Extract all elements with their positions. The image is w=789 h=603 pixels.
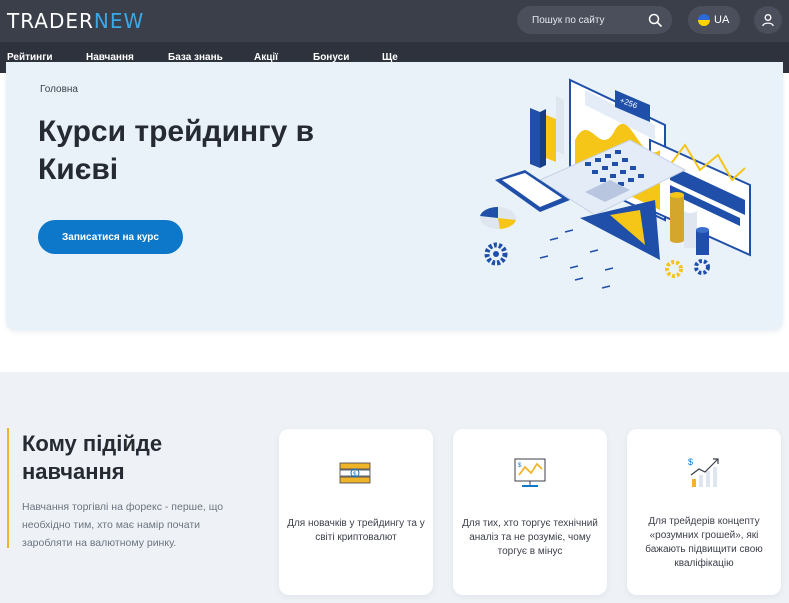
ukraine-flag-icon bbox=[698, 14, 710, 26]
logo-text-trader: TRADER bbox=[7, 9, 94, 33]
user-account-button[interactable] bbox=[754, 6, 782, 34]
page-title: Курси трейдингу в Києві bbox=[38, 115, 315, 186]
audience-card-technical: $ Для тих, хто торгує технічний аналіз т… bbox=[453, 429, 607, 595]
monitor-chart-icon: $ bbox=[514, 458, 546, 487]
language-switcher[interactable]: UA bbox=[688, 6, 740, 34]
trading-illustration: +256 bbox=[480, 78, 751, 289]
user-icon bbox=[762, 14, 774, 27]
card-text: Для тих, хто торгує технічний аналіз та … bbox=[462, 518, 598, 557]
money-stack-icon: $ bbox=[339, 462, 371, 484]
search-input[interactable] bbox=[532, 14, 642, 26]
search-icon[interactable] bbox=[648, 13, 662, 27]
language-label: UA bbox=[714, 14, 730, 26]
audience-card-smart-money: $ Для трейдерів концепту «розумних гроше… bbox=[627, 429, 781, 595]
section-title: Кому підійде навчання bbox=[22, 431, 163, 484]
growth-chart-icon: $ bbox=[688, 457, 719, 487]
signup-course-button[interactable]: Записатися на курс bbox=[38, 220, 183, 254]
audience-card-beginners: $ Для новачків у трейдингу та у світі кр… bbox=[279, 429, 433, 595]
search-box[interactable] bbox=[517, 6, 672, 34]
card-text: Для трейдерів концепту «розумних грошей»… bbox=[645, 516, 763, 569]
breadcrumb[interactable]: Головна bbox=[40, 84, 78, 95]
section-description: Навчання торгівлі на форекс - перше, що … bbox=[22, 501, 224, 549]
logo[interactable]: TRADER NEW bbox=[7, 9, 145, 33]
logo-text-new: NEW bbox=[93, 9, 145, 33]
card-text: Для новачків у трейдингу та у світі крип… bbox=[287, 518, 425, 543]
top-bar: TRADERNEW UA bbox=[0, 0, 789, 42]
accent-bar bbox=[7, 428, 9, 548]
svg-text:$: $ bbox=[688, 457, 693, 467]
